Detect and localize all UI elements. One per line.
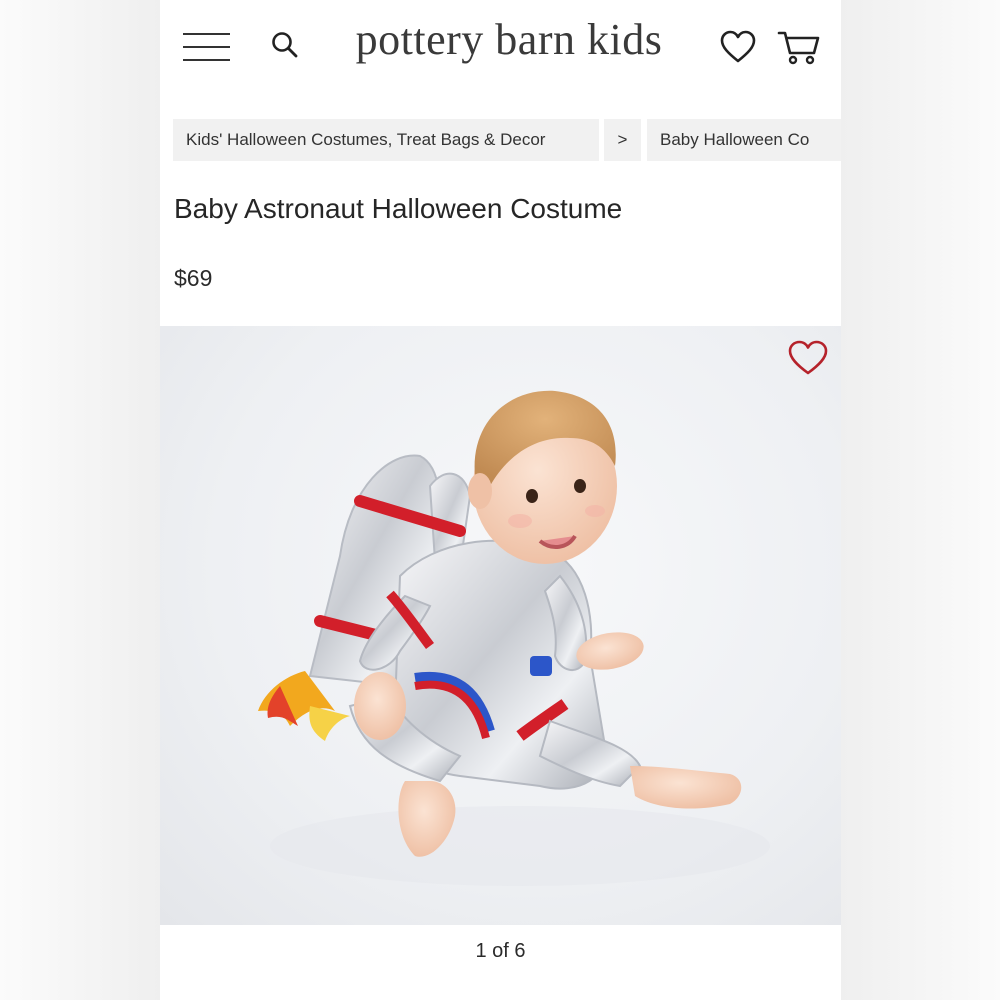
product-page: pottery barn kids Kids' Halloween Costum… — [160, 0, 841, 1000]
breadcrumb-item-baby-halloween[interactable]: Baby Halloween Co — [647, 119, 841, 161]
favorite-heart-icon[interactable] — [787, 339, 829, 377]
breadcrumb: Kids' Halloween Costumes, Treat Bags & D… — [173, 119, 841, 161]
breadcrumb-item-halloween[interactable]: Kids' Halloween Costumes, Treat Bags & D… — [173, 119, 599, 161]
breadcrumb-separator: > — [604, 119, 641, 161]
product-price: $69 — [174, 265, 213, 291]
brand-logo[interactable]: pottery barn kids — [328, 14, 690, 65]
menu-icon[interactable] — [183, 31, 230, 63]
left-background — [0, 0, 160, 1000]
cart-icon[interactable] — [777, 27, 821, 67]
product-title: Baby Astronaut Halloween Costume — [174, 193, 623, 224]
baby-astronaut-illustration — [258, 390, 770, 886]
image-pager: 1 of 6 — [475, 940, 526, 962]
product-image[interactable] — [160, 326, 841, 925]
right-background — [841, 0, 1000, 1000]
heart-icon[interactable] — [720, 30, 756, 64]
search-icon[interactable] — [270, 30, 300, 60]
site-header: pottery barn kids — [160, 0, 841, 100]
